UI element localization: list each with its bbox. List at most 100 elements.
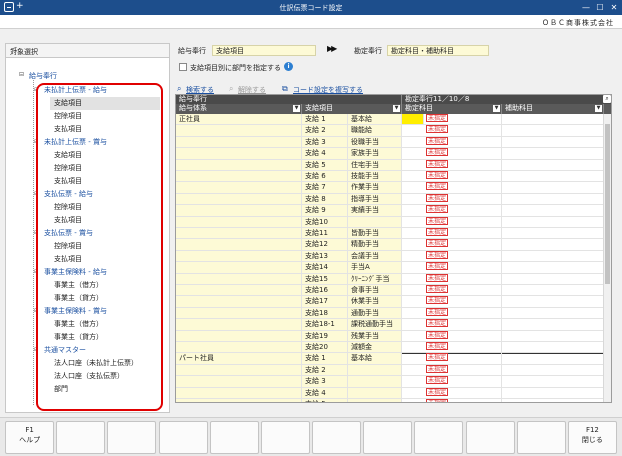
- grid-search-icon[interactable]: ⌕: [603, 95, 611, 103]
- table-row[interactable]: 支給 3 未指定: [176, 376, 604, 388]
- tree-item[interactable]: 控除項目: [50, 110, 160, 123]
- cell-sub-account[interactable]: [502, 114, 604, 125]
- fkey-blank-button[interactable]: [363, 421, 413, 454]
- tree-group[interactable]: ⊟ 支払伝票 - 給与: [34, 188, 93, 201]
- vertical-scrollbar[interactable]: [603, 114, 611, 402]
- cell-account[interactable]: 未指定: [402, 307, 502, 319]
- cell-account[interactable]: 未指定: [402, 399, 502, 402]
- cell-account[interactable]: 未指定: [402, 216, 502, 227]
- cell-account[interactable]: 未指定: [424, 114, 502, 125]
- table-row[interactable]: 支給 5 未指定: [176, 399, 604, 402]
- cell-account[interactable]: 未指定: [402, 285, 502, 296]
- tree-item[interactable]: 支払項目: [50, 123, 160, 136]
- table-row[interactable]: 支給17 休業手当 未指定: [176, 296, 604, 308]
- cell-account[interactable]: 未指定: [402, 387, 502, 398]
- dropdown-icon[interactable]: ▼: [493, 105, 500, 112]
- tree-item[interactable]: 法人口座（未払計上伝票）: [50, 357, 160, 370]
- table-row[interactable]: 支給 9 実績手当 未指定: [176, 205, 604, 217]
- fkey-blank-button[interactable]: [260, 421, 310, 454]
- cell-account[interactable]: 未指定: [402, 376, 502, 387]
- collapse-panel-button[interactable]: <: [10, 45, 164, 55]
- tree-item[interactable]: 支払項目: [50, 175, 160, 188]
- cell-sub-account[interactable]: [502, 250, 604, 262]
- cell-sub-account[interactable]: [502, 159, 604, 170]
- cell-sub-account[interactable]: [502, 125, 604, 136]
- fkey-blank-button[interactable]: [158, 421, 208, 454]
- expand-icon[interactable]: ⊟: [34, 188, 38, 201]
- fkey-blank-button[interactable]: [312, 421, 362, 454]
- table-row[interactable]: 支給16 食事手当 未指定: [176, 285, 604, 297]
- table-row[interactable]: 支給20 減額金 未指定: [176, 342, 604, 354]
- fkey-blank-button[interactable]: [516, 421, 566, 454]
- cell-account[interactable]: 未指定: [402, 364, 502, 376]
- table-row[interactable]: 支給10 未指定: [176, 216, 604, 228]
- cell-sub-account[interactable]: [502, 182, 604, 193]
- tree-group[interactable]: ⊟ 支払伝票 - 賞与: [34, 227, 93, 240]
- fkey-blank-button[interactable]: [414, 421, 464, 454]
- dropdown-icon[interactable]: ▼: [293, 105, 300, 112]
- info-icon[interactable]: i: [284, 62, 293, 71]
- cell-sub-account[interactable]: [502, 228, 604, 239]
- cell-account[interactable]: 未指定: [402, 353, 502, 364]
- copy-icon[interactable]: ⧉: [282, 84, 288, 94]
- table-row[interactable]: 支給12 精勤手当 未指定: [176, 239, 604, 251]
- cell-account[interactable]: 未指定: [402, 125, 502, 136]
- cell-sub-account[interactable]: [502, 273, 604, 284]
- tree-item[interactable]: 事業主（借方）: [50, 279, 160, 292]
- expand-icon[interactable]: ⊟: [34, 227, 38, 240]
- cell-sub-account[interactable]: [502, 307, 604, 319]
- tree-group[interactable]: ⊟ 未払計上伝票 - 賞与: [34, 136, 107, 149]
- table-row[interactable]: 支給 2 未指定: [176, 364, 604, 377]
- search-icon[interactable]: ⌕: [177, 84, 181, 94]
- cell-sub-account[interactable]: [502, 387, 604, 398]
- cell-account[interactable]: 未指定: [402, 228, 502, 239]
- close-button[interactable]: ✕: [608, 2, 620, 13]
- cell-sub-account[interactable]: [502, 136, 604, 148]
- cell-sub-account[interactable]: [502, 319, 604, 330]
- source-field[interactable]: 支給項目: [212, 45, 316, 56]
- cell-account[interactable]: 未指定: [402, 159, 502, 170]
- cell-account[interactable]: 未指定: [402, 193, 502, 205]
- table-row[interactable]: 支給11 皆勤手当 未指定: [176, 228, 604, 240]
- scrollbar-thumb[interactable]: [605, 124, 610, 284]
- cell-account[interactable]: 未指定: [402, 296, 502, 307]
- table-row[interactable]: 支給 3 役職手当 未指定: [176, 136, 604, 149]
- cell-sub-account[interactable]: [502, 399, 604, 402]
- fkey-blank-button[interactable]: [56, 421, 106, 454]
- col-pay-item[interactable]: 支給項目 ▼: [302, 104, 402, 114]
- dept-checkbox[interactable]: [179, 63, 187, 71]
- fkey-blank-button[interactable]: [107, 421, 157, 454]
- table-row[interactable]: 支給 4 家族手当 未指定: [176, 148, 604, 160]
- col-salary-system[interactable]: 給与体系 ▼: [176, 104, 302, 114]
- cell-account[interactable]: 未指定: [402, 182, 502, 193]
- cell-account[interactable]: 未指定: [402, 171, 502, 182]
- cell-account[interactable]: 未指定: [402, 239, 502, 250]
- tree-item[interactable]: 控除項目: [50, 201, 160, 214]
- table-row[interactable]: 支給13 会議手当 未指定: [176, 250, 604, 263]
- tree-root-kyuyo-bugyo[interactable]: ⊟ 給与奉行: [19, 71, 57, 81]
- expand-icon[interactable]: ⊟: [34, 84, 38, 97]
- cell-account[interactable]: 未指定: [402, 262, 502, 273]
- cell-cursor[interactable]: [402, 114, 424, 125]
- fkey-blank-button[interactable]: [209, 421, 259, 454]
- target-field[interactable]: 勘定科目・補助科目: [387, 45, 489, 56]
- cell-sub-account[interactable]: [502, 285, 604, 296]
- cell-sub-account[interactable]: [502, 205, 604, 216]
- tree-item[interactable]: 事業主（貸方）: [50, 292, 160, 305]
- table-row[interactable]: 支給 8 指導手当 未指定: [176, 193, 604, 206]
- expand-icon[interactable]: ⊟: [34, 266, 38, 279]
- expand-icon[interactable]: ⊟: [34, 305, 38, 318]
- table-row[interactable]: 支給18 通勤手当 未指定: [176, 307, 604, 320]
- expand-icon[interactable]: ⊟: [19, 71, 24, 78]
- dropdown-icon[interactable]: ▼: [595, 105, 602, 112]
- fkey-f1-button[interactable]: F1 ヘルプ: [5, 421, 55, 454]
- cell-sub-account[interactable]: [502, 330, 604, 341]
- table-row[interactable]: 支給 7 作業手当 未指定: [176, 182, 604, 194]
- tree-item[interactable]: 法人口座（支払伝票）: [50, 370, 160, 383]
- cell-account[interactable]: 未指定: [402, 273, 502, 284]
- dropdown-icon[interactable]: ▼: [393, 105, 400, 112]
- cell-account[interactable]: 未指定: [402, 250, 502, 262]
- tree-item[interactable]: 事業主（貸方）: [50, 331, 160, 344]
- tree-group[interactable]: ⊟ 事業主保険料 - 給与: [34, 266, 107, 279]
- tree-group[interactable]: ⊟ 共通マスター: [34, 344, 86, 357]
